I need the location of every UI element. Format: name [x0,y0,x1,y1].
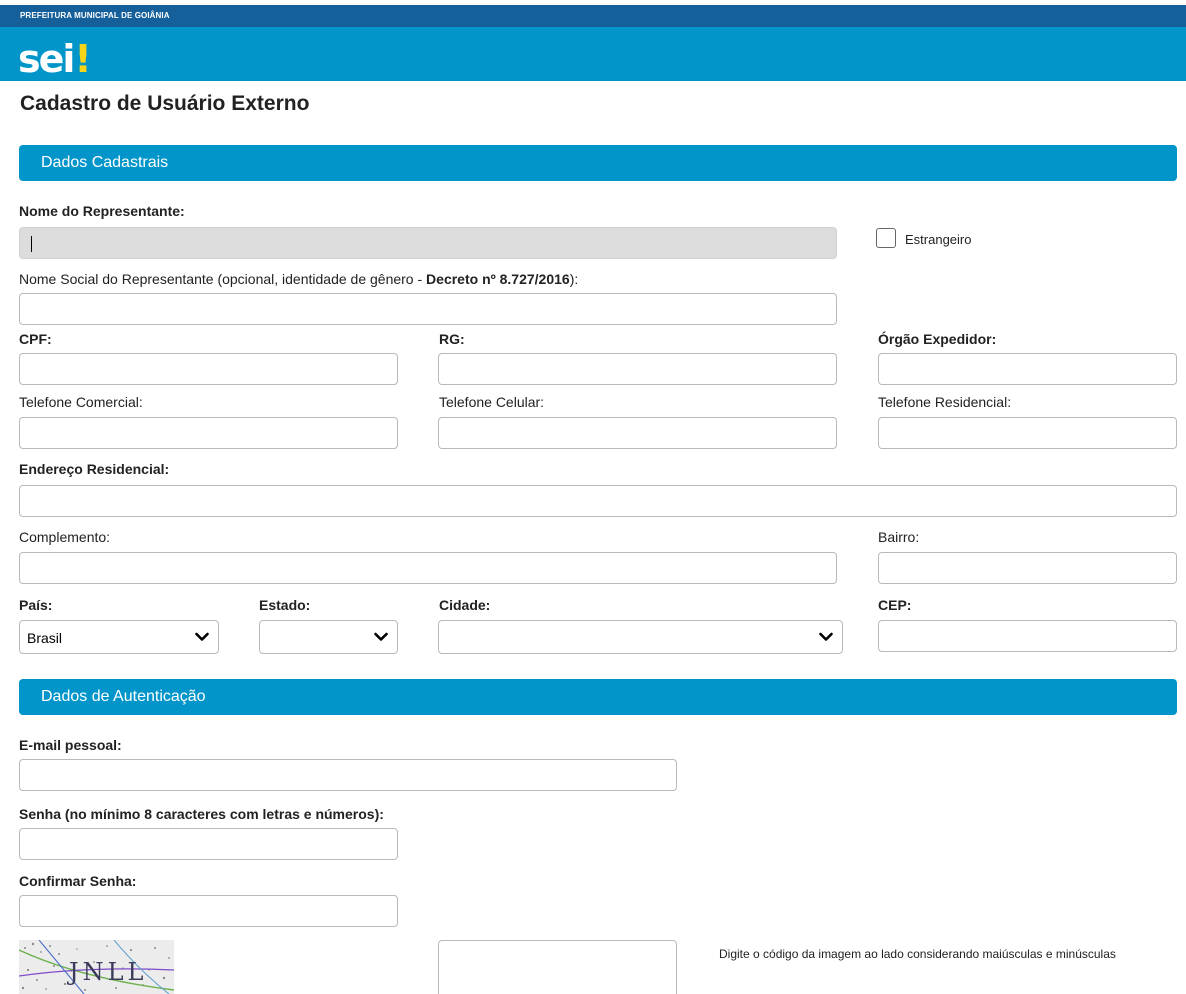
confirm-password-label: Confirmar Senha: [19,873,137,889]
social-name-input[interactable] [19,293,837,325]
sei-logo[interactable]: sei ! [18,31,92,79]
social-name-label-decree: Decreto nº 8.727/2016 [426,271,570,287]
city-select[interactable] [438,620,843,654]
brand-bar: sei ! [0,27,1186,81]
email-input[interactable] [19,759,677,791]
social-name-label: Nome Social do Representante (opcional, … [19,271,578,287]
mobile-phone-input[interactable] [438,417,837,449]
zip-label: CEP: [878,597,912,613]
captcha-noise: JNLL [19,940,174,994]
captcha-help-text: Digite o código da imagem ao lado consid… [719,947,1116,961]
cpf-input[interactable] [19,353,398,385]
mobile-phone-label: Telefone Celular: [439,394,545,410]
logo-mark: ! [74,37,92,81]
chevron-down-icon [819,632,833,641]
rg-input[interactable] [438,353,837,385]
complement-input[interactable] [19,552,837,584]
section-title: Dados Cadastrais [41,154,169,171]
section-title: Dados de Autenticação [41,688,206,705]
neighborhood-label: Bairro: [878,529,920,545]
logo-text: sei [18,37,75,81]
home-phone-input[interactable] [878,417,1177,449]
chevron-down-icon [374,632,388,641]
representative-name-input[interactable] [19,227,837,259]
foreigner-checkbox[interactable] [876,228,896,248]
representative-name-label: Nome do Representante: [19,203,185,219]
confirm-password-input[interactable] [19,895,398,927]
top-bar: PREFEITURA MUNICIPAL DE GOIÂNIA [0,5,1186,27]
social-name-label-suffix: ): [569,271,579,287]
chevron-down-icon [195,632,209,641]
issuing-agency-label: Órgão Expedidor: [878,331,997,347]
cpf-label: CPF: [19,331,52,347]
captcha-image: JNLL [19,940,174,994]
business-phone-input[interactable] [19,417,398,449]
country-value: Brasil [27,630,63,646]
password-input[interactable] [19,828,398,860]
state-select[interactable] [259,620,398,654]
foreigner-label: Estrangeiro [905,232,972,247]
section-header-registration: Dados Cadastrais [19,145,1177,181]
org-name: PREFEITURA MUNICIPAL DE GOIÂNIA [20,11,170,20]
email-label: E-mail pessoal: [19,737,122,753]
password-label: Senha (no mínimo 8 caracteres com letras… [19,806,384,822]
country-label: País: [19,597,53,613]
page-title: Cadastro de Usuário Externo [20,92,310,115]
city-label: Cidade: [439,597,491,613]
section-header-authentication: Dados de Autenticação [19,679,1177,715]
social-name-label-prefix: Nome Social do Representante (opcional, … [19,271,427,287]
text-caret [31,236,32,252]
home-address-label: Endereço Residencial: [19,461,170,477]
home-phone-label: Telefone Residencial: [878,394,1012,410]
issuing-agency-input[interactable] [878,353,1177,385]
neighborhood-input[interactable] [878,552,1177,584]
rg-label: RG: [439,331,465,347]
captcha-text: JNLL [66,958,148,986]
country-select[interactable]: Brasil [19,620,219,654]
captcha-input[interactable] [438,940,677,994]
complement-label: Complemento: [19,529,111,545]
home-address-input[interactable] [19,485,1177,517]
business-phone-label: Telefone Comercial: [19,394,143,410]
state-label: Estado: [259,597,311,613]
zip-input[interactable] [878,620,1177,652]
